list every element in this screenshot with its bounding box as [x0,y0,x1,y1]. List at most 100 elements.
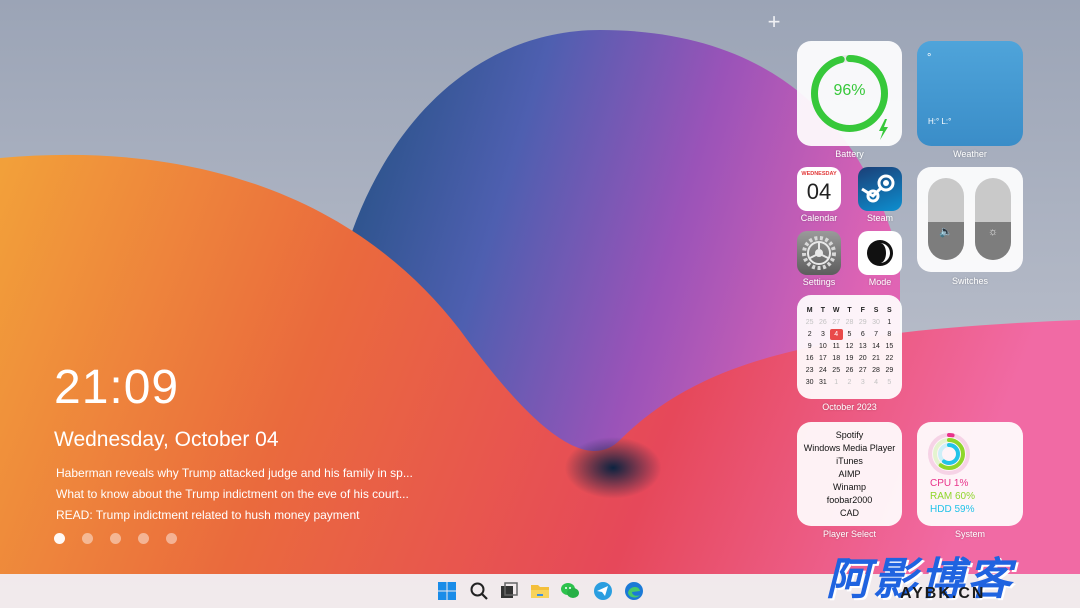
mode-app-icon[interactable] [858,231,902,275]
calendar-app-icon[interactable]: WEDNESDAY 04 [797,167,841,211]
add-widget-button[interactable]: + [764,11,784,33]
player-option-wmp[interactable]: Windows Media Player [797,442,902,455]
calendar-day[interactable]: 21 [869,353,882,364]
calendar-day[interactable]: 13 [856,341,869,352]
page-dot[interactable] [82,533,93,544]
calendar-grid: M T W T F S S 25 26 27 28 29 30 1 2 3 4 5 6 7 8 9 10 11 12 13 14 15… [803,305,896,388]
calendar-day[interactable]: 30 [803,377,816,388]
player-option-spotify[interactable]: Spotify [797,429,902,442]
news-item[interactable]: What to know about the Trump indictment … [56,484,416,505]
calendar-day[interactable]: 7 [869,329,882,340]
brightness-icon: ☼ [987,226,999,238]
player-option-aimp[interactable]: AIMP [797,468,902,481]
month-calendar-widget[interactable]: M T W T F S S 25 26 27 28 29 30 1 2 3 4 5 6 7 8 9 10 11 12 13 14 15… [797,295,902,399]
calendar-day[interactable]: 5 [883,377,896,388]
edge-icon[interactable] [623,580,645,602]
weather-high-low: H:° L:° [928,117,952,126]
calendar-day[interactable]: 17 [816,353,829,364]
calendar-weekday-header: S [873,307,879,314]
calendar-weekday-header: M [806,307,813,314]
calendar-day[interactable]: 1 [830,377,843,388]
calendar-day[interactable]: 23 [803,365,816,376]
calendar-day[interactable]: 27 [830,317,843,328]
weather-temp: ° [927,52,932,64]
calendar-day[interactable]: 12 [843,341,856,352]
calendar-day[interactable]: 16 [803,353,816,364]
calendar-weekday-header: T [847,307,852,314]
calendar-day[interactable]: 28 [843,317,856,328]
calendar-day[interactable]: 25 [830,365,843,376]
calendar-weekday-header: T [820,307,826,314]
dark-mode-icon [867,240,893,266]
search-icon[interactable] [468,580,490,602]
calendar-day[interactable]: 6 [856,329,869,340]
calendar-day[interactable]: 15 [883,341,896,352]
calendar-day[interactable]: 24 [816,365,829,376]
steam-app-label: Steam [866,213,893,223]
calendar-day[interactable]: 26 [816,317,829,328]
ram-usage: RAM 60% [930,491,976,502]
file-explorer-icon[interactable] [529,580,551,602]
calendar-day[interactable]: 4 [869,377,882,388]
calendar-day[interactable]: 2 [843,377,856,388]
player-option-foobar2000[interactable]: foobar2000 [797,494,902,507]
calendar-day[interactable]: 20 [856,353,869,364]
calendar-weekday-header: W [832,307,840,314]
calendar-day[interactable]: 29 [856,317,869,328]
player-option-itunes[interactable]: iTunes [797,455,902,468]
page-dot[interactable] [54,533,65,544]
weather-label: Weather [953,149,987,159]
month-calendar-label: October 2023 [822,402,877,412]
calendar-day[interactable]: 28 [869,365,882,376]
news-item[interactable]: READ: Trump indictment related to hush m… [56,505,416,526]
calendar-day[interactable]: 22 [883,353,896,364]
player-select-widget: Spotify Windows Media Player iTunes AIMP… [797,422,902,526]
calendar-day[interactable]: 27 [856,365,869,376]
page-dot[interactable] [166,533,177,544]
player-option-cad[interactable]: CAD [797,507,902,520]
calendar-day[interactable]: 31 [816,377,829,388]
calendar-day[interactable]: 3 [856,377,869,388]
brightness-slider[interactable]: ☼ [975,178,1011,260]
calendar-day[interactable]: 26 [843,365,856,376]
cpu-usage: CPU 1% [930,478,969,489]
calendar-day[interactable]: 9 [803,341,816,352]
calendar-day[interactable]: 10 [816,341,829,352]
player-option-winamp[interactable]: Winamp [797,481,902,494]
weather-widget[interactable]: ° H:° L:° [917,41,1023,146]
calendar-day[interactable]: 1 [883,317,896,328]
calendar-icon-weekday: WEDNESDAY [801,171,837,177]
calendar-day[interactable]: 3 [816,329,829,340]
calendar-day[interactable]: 11 [830,341,843,352]
hdd-usage: HDD 59% [930,504,975,515]
news-item[interactable]: Haberman reveals why Trump attacked judg… [56,463,416,484]
switches-label: Switches [951,276,988,286]
calendar-day[interactable]: 5 [843,329,856,340]
player-select-label: Player Select [822,529,877,539]
settings-app-icon[interactable] [797,231,841,275]
calendar-day[interactable]: 18 [830,353,843,364]
calendar-day[interactable]: 30 [869,317,882,328]
calendar-app-label: Calendar [800,213,838,223]
calendar-day[interactable]: 14 [869,341,882,352]
wechat-icon[interactable] [559,580,581,602]
page-dot[interactable] [138,533,149,544]
steam-app-icon[interactable] [858,167,902,211]
calendar-day[interactable]: 4 [829,329,843,340]
calendar-day[interactable]: 25 [803,317,816,328]
calendar-day[interactable]: 2 [803,329,816,340]
switches-widget: 🔈 ☼ [917,167,1023,272]
battery-widget[interactable]: 96% [797,41,902,146]
system-widget[interactable]: CPU 1% RAM 60% HDD 59% [917,422,1023,526]
calendar-day[interactable]: 8 [883,329,896,340]
calendar-day[interactable]: 19 [843,353,856,364]
task-view-icon[interactable] [498,580,520,602]
telegram-icon[interactable] [592,580,614,602]
windows-start-icon[interactable] [436,580,458,602]
battery-value: 96% [833,82,866,99]
clock-date: Wednesday, October 04 [54,428,279,451]
volume-slider[interactable]: 🔈 [928,178,964,260]
page-dot[interactable] [110,533,121,544]
calendar-day[interactable]: 29 [883,365,896,376]
news-feed: Haberman reveals why Trump attacked judg… [56,463,416,526]
